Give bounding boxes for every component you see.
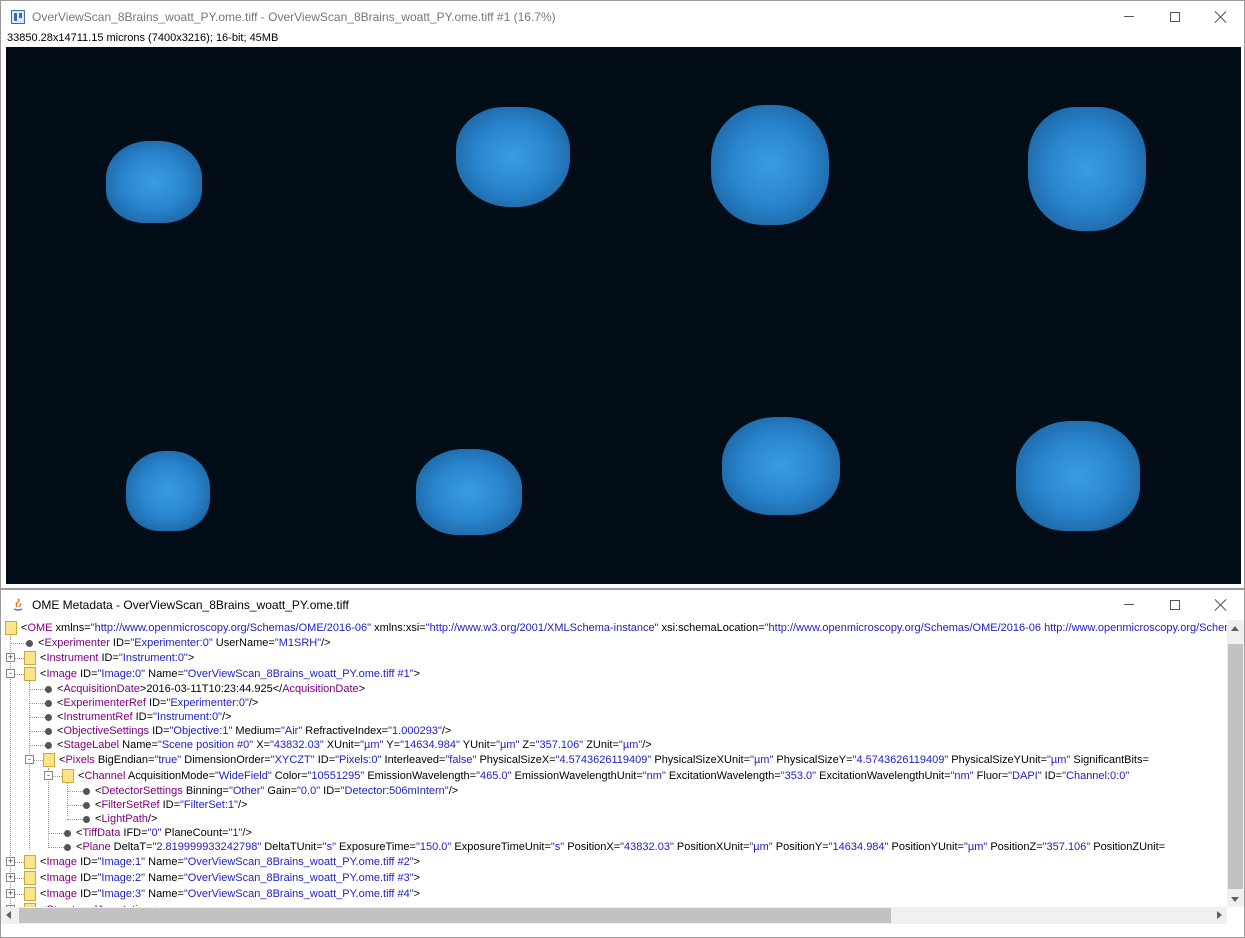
tree-node[interactable]: + <Instrument ID="Instrument:0"> — [1, 650, 1227, 666]
leaf-node-icon — [64, 844, 71, 851]
expand-icon[interactable]: + — [6, 857, 15, 866]
scroll-right-icon[interactable] — [1217, 911, 1222, 919]
maximize-button[interactable] — [1152, 590, 1198, 620]
maximize-icon — [1170, 599, 1180, 610]
tree-node-label: <Image ID="Image:0" Name="OverViewScan_8… — [40, 668, 421, 680]
java-icon — [13, 598, 23, 611]
tree-node-label: <StageLabel Name="Scene position #0" X="… — [57, 739, 652, 751]
folder-icon — [24, 887, 36, 901]
expand-icon[interactable]: + — [6, 873, 15, 882]
tree-connector — [67, 805, 83, 806]
metadata-window-titlebar[interactable]: OME Metadata - OverViewScan_8Brains_woat… — [1, 590, 1244, 620]
tree-connector — [29, 731, 45, 732]
image-window: OverViewScan_8Brains_woatt_PY.ome.tiff -… — [0, 0, 1245, 589]
expand-icon[interactable]: + — [6, 889, 15, 898]
folder-icon — [24, 871, 36, 885]
tree-node[interactable]: - <Channel AcquisitionMode="WideField" Co… — [1, 768, 1227, 784]
leaf-node-icon — [83, 802, 90, 809]
metadata-window-title: OME Metadata - OverViewScan_8Brains_woat… — [32, 598, 349, 612]
leaf-node-icon — [45, 714, 52, 721]
metadata-tree[interactable]: <OME xmlns="http://www.openmicroscopy.or… — [1, 620, 1227, 908]
minimize-icon — [1124, 604, 1134, 605]
metadata-window: OME Metadata - OverViewScan_8Brains_woat… — [0, 589, 1245, 938]
tree-connector — [48, 833, 64, 834]
image-window-title: OverViewScan_8Brains_woatt_PY.ome.tiff -… — [32, 9, 556, 24]
tree-node-label: <Channel AcquisitionMode="WideField" Col… — [78, 770, 1130, 782]
scroll-left-icon[interactable] — [6, 911, 11, 919]
tree-connector — [10, 643, 26, 644]
leaf-node-icon — [83, 816, 90, 823]
vertical-scrollbar[interactable] — [1227, 620, 1244, 907]
brain-section — [416, 449, 522, 535]
leaf-node-icon — [45, 742, 52, 749]
brain-section — [711, 105, 829, 225]
expand-icon[interactable]: + — [6, 653, 15, 662]
tree-node-label: <Image ID="Image:2" Name="OverViewScan_8… — [40, 872, 421, 884]
tree-connector — [67, 819, 83, 820]
vertical-scroll-thumb[interactable] — [1228, 644, 1243, 889]
tree-node[interactable]: + <Image ID="Image:2" Name="OverViewScan_… — [1, 870, 1227, 886]
brain-section — [126, 451, 210, 531]
tree-node-label: <Instrument ID="Instrument:0"> — [40, 652, 195, 664]
tree-node-label: <OME xmlns="http://www.openmicroscopy.or… — [21, 622, 1227, 634]
folder-icon — [24, 855, 36, 869]
maximize-button[interactable] — [1152, 1, 1198, 32]
close-button[interactable] — [1198, 1, 1244, 32]
tree-node-label: <Image ID="Image:3" Name="OverViewScan_8… — [40, 888, 421, 900]
leaf-node-icon — [45, 700, 52, 707]
tree-connector — [29, 689, 45, 690]
brain-section — [106, 141, 202, 223]
leaf-node-icon — [64, 830, 71, 837]
close-button[interactable] — [1198, 590, 1244, 620]
horizontal-scroll-thumb[interactable] — [19, 908, 891, 923]
maximize-icon — [1170, 11, 1180, 22]
tree-node[interactable]: <OME xmlns="http://www.openmicroscopy.or… — [1, 620, 1227, 636]
image-window-titlebar[interactable]: OverViewScan_8Brains_woatt_PY.ome.tiff -… — [1, 1, 1244, 32]
collapse-icon[interactable]: - — [6, 669, 15, 678]
imagej-icon — [11, 9, 25, 24]
image-canvas[interactable] — [6, 47, 1241, 584]
folder-icon — [24, 667, 36, 681]
tree-node-label: <Image ID="Image:1" Name="OverViewScan_8… — [40, 856, 421, 868]
brain-section — [722, 417, 840, 515]
scroll-down-icon[interactable] — [1231, 897, 1239, 902]
tree-node[interactable]: - <Pixels BigEndian="true" DimensionOrder… — [1, 752, 1227, 768]
collapse-icon[interactable]: - — [25, 755, 34, 764]
tree-node[interactable]: <Experimenter ID="Experimenter:0" UserNa… — [1, 635, 1227, 651]
brain-section — [456, 107, 570, 207]
tree-node-label: <Experimenter ID="Experimenter:0" UserNa… — [38, 637, 331, 649]
image-info: 33850.28x14711.15 microns (7400x3216); 1… — [7, 32, 279, 44]
tree-connector — [48, 847, 64, 848]
tree-node-label: <Pixels BigEndian="true" DimensionOrder=… — [59, 754, 1149, 766]
minimize-button[interactable] — [1106, 590, 1152, 620]
tree-node[interactable]: + <Image ID="Image:3" Name="OverViewScan_… — [1, 886, 1227, 902]
tree-node[interactable]: - <Image ID="Image:0" Name="OverViewScan_… — [1, 666, 1227, 682]
folder-icon — [43, 753, 55, 767]
minimize-icon — [1124, 16, 1134, 17]
collapse-icon[interactable]: - — [44, 771, 53, 780]
tree-connector — [29, 703, 45, 704]
horizontal-scrollbar[interactable] — [1, 907, 1227, 924]
folder-icon — [24, 651, 36, 665]
brain-section — [1028, 107, 1146, 231]
tree-connector — [67, 791, 83, 792]
tree-connector — [29, 717, 45, 718]
folder-icon — [62, 769, 74, 783]
leaf-node-icon — [45, 686, 52, 693]
scroll-up-icon[interactable] — [1231, 626, 1239, 631]
leaf-node-icon — [26, 640, 33, 647]
leaf-node-icon — [83, 788, 90, 795]
close-icon — [1215, 599, 1227, 611]
folder-icon — [5, 621, 17, 635]
close-icon — [1215, 11, 1227, 23]
leaf-node-icon — [45, 728, 52, 735]
tree-node-label: <Plane DeltaT="2.819999933242798" DeltaT… — [76, 841, 1166, 853]
tree-node[interactable]: <StageLabel Name="Scene position #0" X="… — [1, 737, 1227, 753]
tree-node[interactable]: <Plane DeltaT="2.819999933242798" DeltaT… — [1, 839, 1227, 855]
brain-section — [1016, 421, 1140, 531]
minimize-button[interactable] — [1106, 1, 1152, 32]
tree-connector — [29, 745, 45, 746]
tree-node[interactable]: + <Image ID="Image:1" Name="OverViewScan_… — [1, 854, 1227, 870]
